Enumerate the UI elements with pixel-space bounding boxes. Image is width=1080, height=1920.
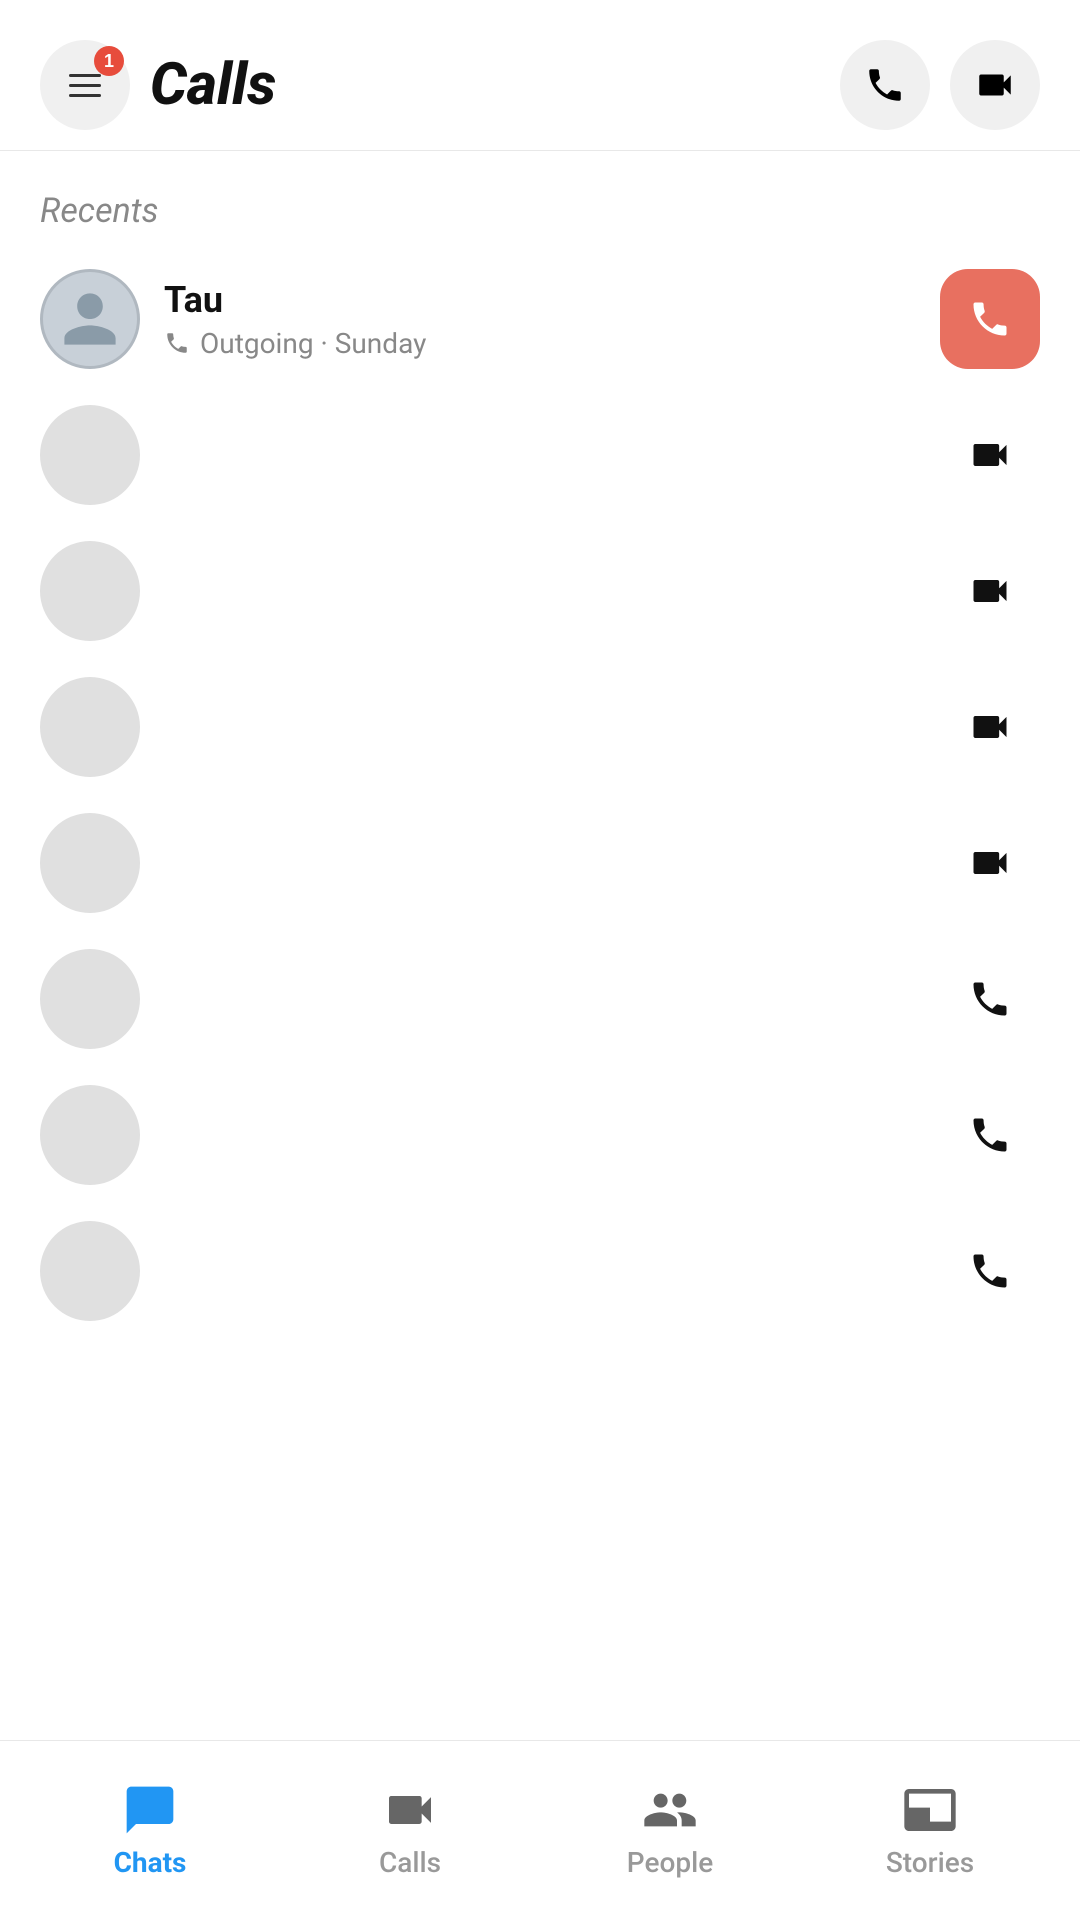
header-actions (840, 40, 1040, 130)
avatar (40, 949, 140, 1049)
video-call-icon (968, 433, 1012, 477)
avatar (40, 541, 140, 641)
contact-name: Tau (164, 279, 916, 321)
nav-label-stories: Stories (886, 1846, 974, 1879)
call-action-phone[interactable] (940, 269, 1040, 369)
avatar (40, 269, 140, 369)
user-icon (58, 287, 122, 351)
call-action-video[interactable] (940, 813, 1040, 913)
call-item-7[interactable] (30, 1067, 1050, 1203)
phone-call-icon (968, 977, 1012, 1021)
call-item-tau[interactable]: Tau Outgoing · Sunday (30, 251, 1050, 387)
call-detail: Outgoing · Sunday (164, 327, 916, 360)
people-icon (642, 1782, 698, 1838)
call-item-6[interactable] (30, 931, 1050, 1067)
avatar (40, 405, 140, 505)
page-title: Calls (150, 51, 276, 119)
call-action-video[interactable] (940, 541, 1040, 641)
call-item-3[interactable] (30, 523, 1050, 659)
recents-label: Recents (0, 151, 1080, 251)
nav-label-calls: Calls (379, 1846, 441, 1879)
call-list: Tau Outgoing · Sunday (0, 251, 1080, 1339)
phone-icon (864, 64, 906, 106)
video-call-icon (968, 569, 1012, 613)
call-item-5[interactable] (30, 795, 1050, 931)
nav-item-stories[interactable]: Stories (800, 1782, 1060, 1879)
video-icon (974, 64, 1016, 106)
video-call-icon (968, 705, 1012, 749)
header-left: 1 Calls (40, 40, 276, 130)
call-item-4[interactable] (30, 659, 1050, 795)
nav-label-chats: Chats (114, 1846, 187, 1879)
phone-call-icon (968, 297, 1012, 341)
outgoing-call-icon (164, 330, 190, 356)
hamburger-icon (69, 74, 101, 97)
phone-call-icon (968, 1113, 1012, 1157)
menu-button[interactable]: 1 (40, 40, 130, 130)
call-action-phone[interactable] (940, 1221, 1040, 1321)
avatar (40, 1221, 140, 1321)
bottom-navigation: Chats Calls People Stories (0, 1740, 1080, 1920)
avatar (40, 813, 140, 913)
notification-badge: 1 (94, 46, 124, 76)
call-action-phone[interactable] (940, 1085, 1040, 1185)
phone-call-button[interactable] (840, 40, 930, 130)
call-action-video[interactable] (940, 677, 1040, 777)
chat-icon (122, 1782, 178, 1838)
nav-item-people[interactable]: People (540, 1782, 800, 1879)
call-info: Tau Outgoing · Sunday (164, 279, 916, 360)
video-call-button[interactable] (950, 40, 1040, 130)
call-item-2[interactable] (30, 387, 1050, 523)
call-type-time: Outgoing · Sunday (200, 327, 426, 360)
video-call-icon (968, 841, 1012, 885)
avatar (40, 677, 140, 777)
call-action-video[interactable] (940, 405, 1040, 505)
calls-nav-icon (382, 1782, 438, 1838)
nav-item-calls[interactable]: Calls (280, 1782, 540, 1879)
nav-item-chats[interactable]: Chats (20, 1782, 280, 1879)
avatar (40, 1085, 140, 1185)
phone-call-icon (968, 1249, 1012, 1293)
nav-label-people: People (627, 1846, 713, 1879)
header: 1 Calls (0, 0, 1080, 151)
call-action-phone[interactable] (940, 949, 1040, 1049)
stories-icon (902, 1782, 958, 1838)
call-item-8[interactable] (30, 1203, 1050, 1339)
